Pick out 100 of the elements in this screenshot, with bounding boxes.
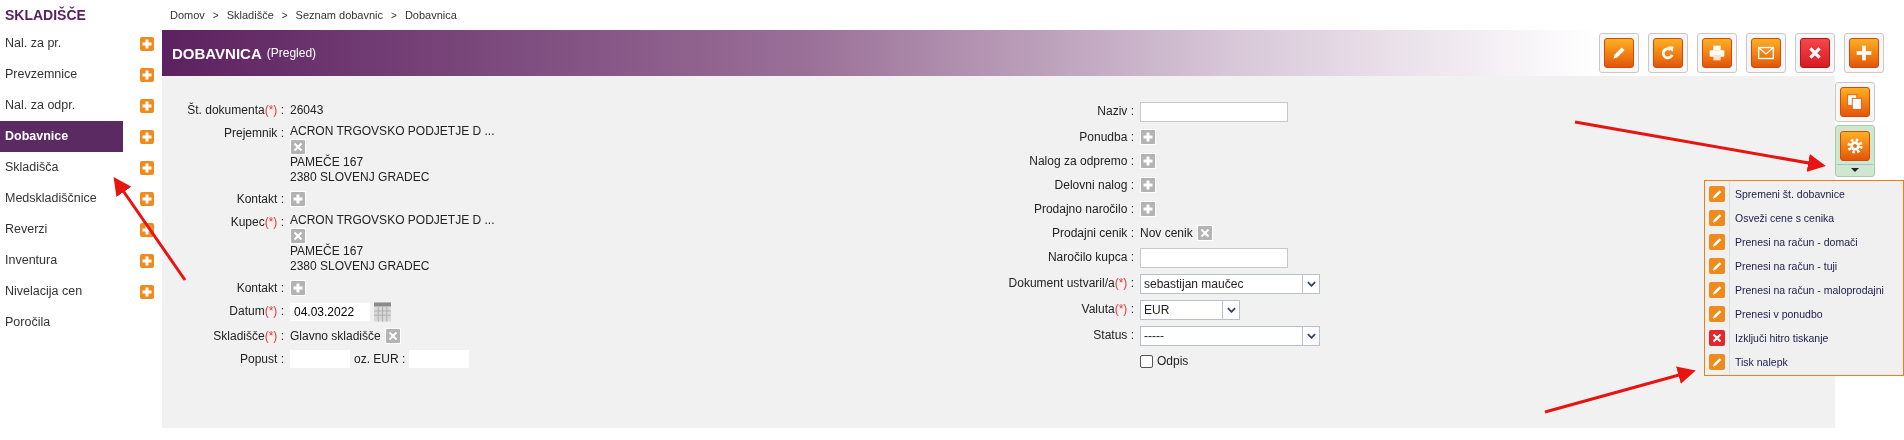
breadcrumb-link[interactable]: Skladišče <box>226 9 274 21</box>
chevron-down-icon <box>1226 307 1236 313</box>
field-label: Prodajno naročilo : <box>1033 202 1134 216</box>
menu-item[interactable]: Tisk nalepk <box>1705 350 1903 374</box>
breadcrumb-separator: > <box>281 9 288 21</box>
menu-item[interactable]: Spremeni št. dobavnice <box>1705 182 1903 206</box>
breadcrumb-separator: > <box>391 9 397 21</box>
breadcrumb-link[interactable]: Dobavnica <box>404 9 457 21</box>
sidebar-item[interactable]: Medskladiščnice <box>0 183 123 214</box>
close-icon <box>1709 330 1725 346</box>
caret-icon <box>1851 168 1859 172</box>
sidebar-item[interactable]: Prevzemnice <box>0 59 123 90</box>
settings-button[interactable] <box>1835 125 1875 177</box>
remove-icon[interactable] <box>290 228 306 244</box>
field-label: Ponudba : <box>1079 130 1134 144</box>
field-label: Nalog za odpremo : <box>1029 154 1134 168</box>
plus-button[interactable] <box>1844 33 1884 73</box>
refresh-button[interactable] <box>1648 33 1688 73</box>
page-title: DOBAVNICA <box>172 44 262 62</box>
breadcrumb-separator: > <box>212 9 219 21</box>
field-label: Naziv : <box>1097 104 1134 118</box>
field-label: Kupec(*) : <box>229 214 285 231</box>
pencil-icon <box>1709 258 1725 274</box>
pencil-icon <box>1709 354 1725 370</box>
address-line: 2380 SLOVENJ GRADEC <box>290 170 430 185</box>
pencil-button[interactable] <box>1599 33 1639 73</box>
remove-icon[interactable] <box>290 139 306 155</box>
add-icon[interactable] <box>140 36 154 51</box>
sidebar-item[interactable]: Reverzi <box>0 214 123 245</box>
field-label: Datum(*) : <box>228 303 285 320</box>
chevron-down-icon <box>1306 281 1316 287</box>
menu-item[interactable]: Prenesi na račun - tuji <box>1705 254 1903 278</box>
pencil-icon <box>1709 210 1725 226</box>
page-subtitle: (Pregled) <box>266 46 317 60</box>
add-icon[interactable] <box>1140 129 1156 145</box>
checkbox[interactable]: Odpis <box>1140 353 1189 369</box>
add-icon[interactable] <box>1140 153 1156 169</box>
field-label: Delovni nalog : <box>1054 178 1134 192</box>
dropdown-field[interactable]: ----- <box>1140 326 1320 346</box>
remove-icon[interactable] <box>384 328 401 344</box>
text-field[interactable] <box>1140 248 1288 268</box>
dropdown-field[interactable]: EUR <box>1140 300 1240 320</box>
date-field[interactable]: 04.03.2022 <box>290 303 370 321</box>
sidebar-item[interactable]: Inventura <box>0 245 123 276</box>
menu-item[interactable]: Prenesi na račun - maloprodajni <box>1705 278 1903 302</box>
menu-item[interactable]: Prenesi na račun - domači <box>1705 230 1903 254</box>
add-icon[interactable] <box>140 160 154 175</box>
field-label: Št. dokumenta(*) : <box>186 101 285 119</box>
field-label: Skladišče(*) : <box>212 328 285 345</box>
pencil-icon <box>1709 186 1725 202</box>
section-title: SKLADIŠČE <box>4 5 87 25</box>
add-icon[interactable] <box>1140 201 1156 217</box>
sidebar-item[interactable]: Poročila <box>0 307 123 338</box>
menu-item[interactable]: Izključi hitro tiskanje <box>1705 326 1903 350</box>
field-label: Prejemnik : <box>222 125 285 142</box>
copy-button[interactable] <box>1835 82 1875 122</box>
field-label: Kontakt : <box>235 280 285 297</box>
menu-item[interactable]: Prenesi v ponudbo <box>1705 302 1903 326</box>
field-value: Glavno skladišče <box>290 328 381 344</box>
company-name: ACRON TRGOVSKO PODJETJE D ... <box>290 124 495 139</box>
field-label: Valuta(*) : <box>1081 302 1134 316</box>
mail-button[interactable] <box>1746 33 1786 73</box>
sidebar-item[interactable]: Dobavnice <box>0 121 123 152</box>
field-label: Status : <box>1093 328 1134 342</box>
field-label: Dokument ustvaril/a(*) : <box>1008 276 1134 290</box>
add-icon[interactable] <box>140 67 154 82</box>
field-label: Popust : <box>238 351 285 368</box>
menu-item[interactable]: Osveži cene s cenika <box>1705 206 1903 230</box>
sidebar-item[interactable]: Nal. za pr. <box>0 28 123 59</box>
sidebar-item[interactable]: Nivelacija cen <box>0 276 123 307</box>
field-label: Naročilo kupca : <box>1047 250 1134 264</box>
pencil-icon <box>1709 282 1725 298</box>
sidebar-item[interactable]: Skladišča <box>0 152 123 183</box>
breadcrumb-link[interactable]: Seznam dobavnic <box>295 9 384 21</box>
print-button[interactable] <box>1697 33 1737 73</box>
add-icon[interactable] <box>1140 177 1156 193</box>
add-icon[interactable] <box>290 280 306 296</box>
chevron-down-icon <box>1306 333 1316 339</box>
field-label: Prodajni cenik : <box>1051 226 1134 240</box>
field-label: oz. EUR : <box>354 351 406 367</box>
field-label: Kontakt : <box>235 191 285 208</box>
calendar-icon[interactable] <box>374 302 391 322</box>
field-value: 26043 <box>290 102 324 118</box>
add-icon[interactable] <box>140 191 154 206</box>
add-icon[interactable] <box>140 98 154 113</box>
close-button[interactable] <box>1795 33 1835 73</box>
company-name: ACRON TRGOVSKO PODJETJE D ... <box>290 213 495 228</box>
text-field[interactable] <box>1140 102 1288 122</box>
add-icon[interactable] <box>140 129 154 144</box>
dropdown-field[interactable]: sebastijan maučec <box>1140 274 1320 294</box>
remove-icon[interactable] <box>1196 225 1213 241</box>
address-line: 2380 SLOVENJ GRADEC <box>290 259 430 274</box>
add-icon[interactable] <box>140 284 154 299</box>
add-icon[interactable] <box>140 253 154 268</box>
pencil-icon <box>1709 234 1725 250</box>
address-line: PAMEČE 167 <box>290 244 364 259</box>
add-icon[interactable] <box>290 191 306 207</box>
sidebar-item[interactable]: Nal. za odpr. <box>0 90 123 121</box>
breadcrumb-link[interactable]: Domov <box>170 9 205 21</box>
field-value: Nov cenik <box>1140 225 1193 241</box>
